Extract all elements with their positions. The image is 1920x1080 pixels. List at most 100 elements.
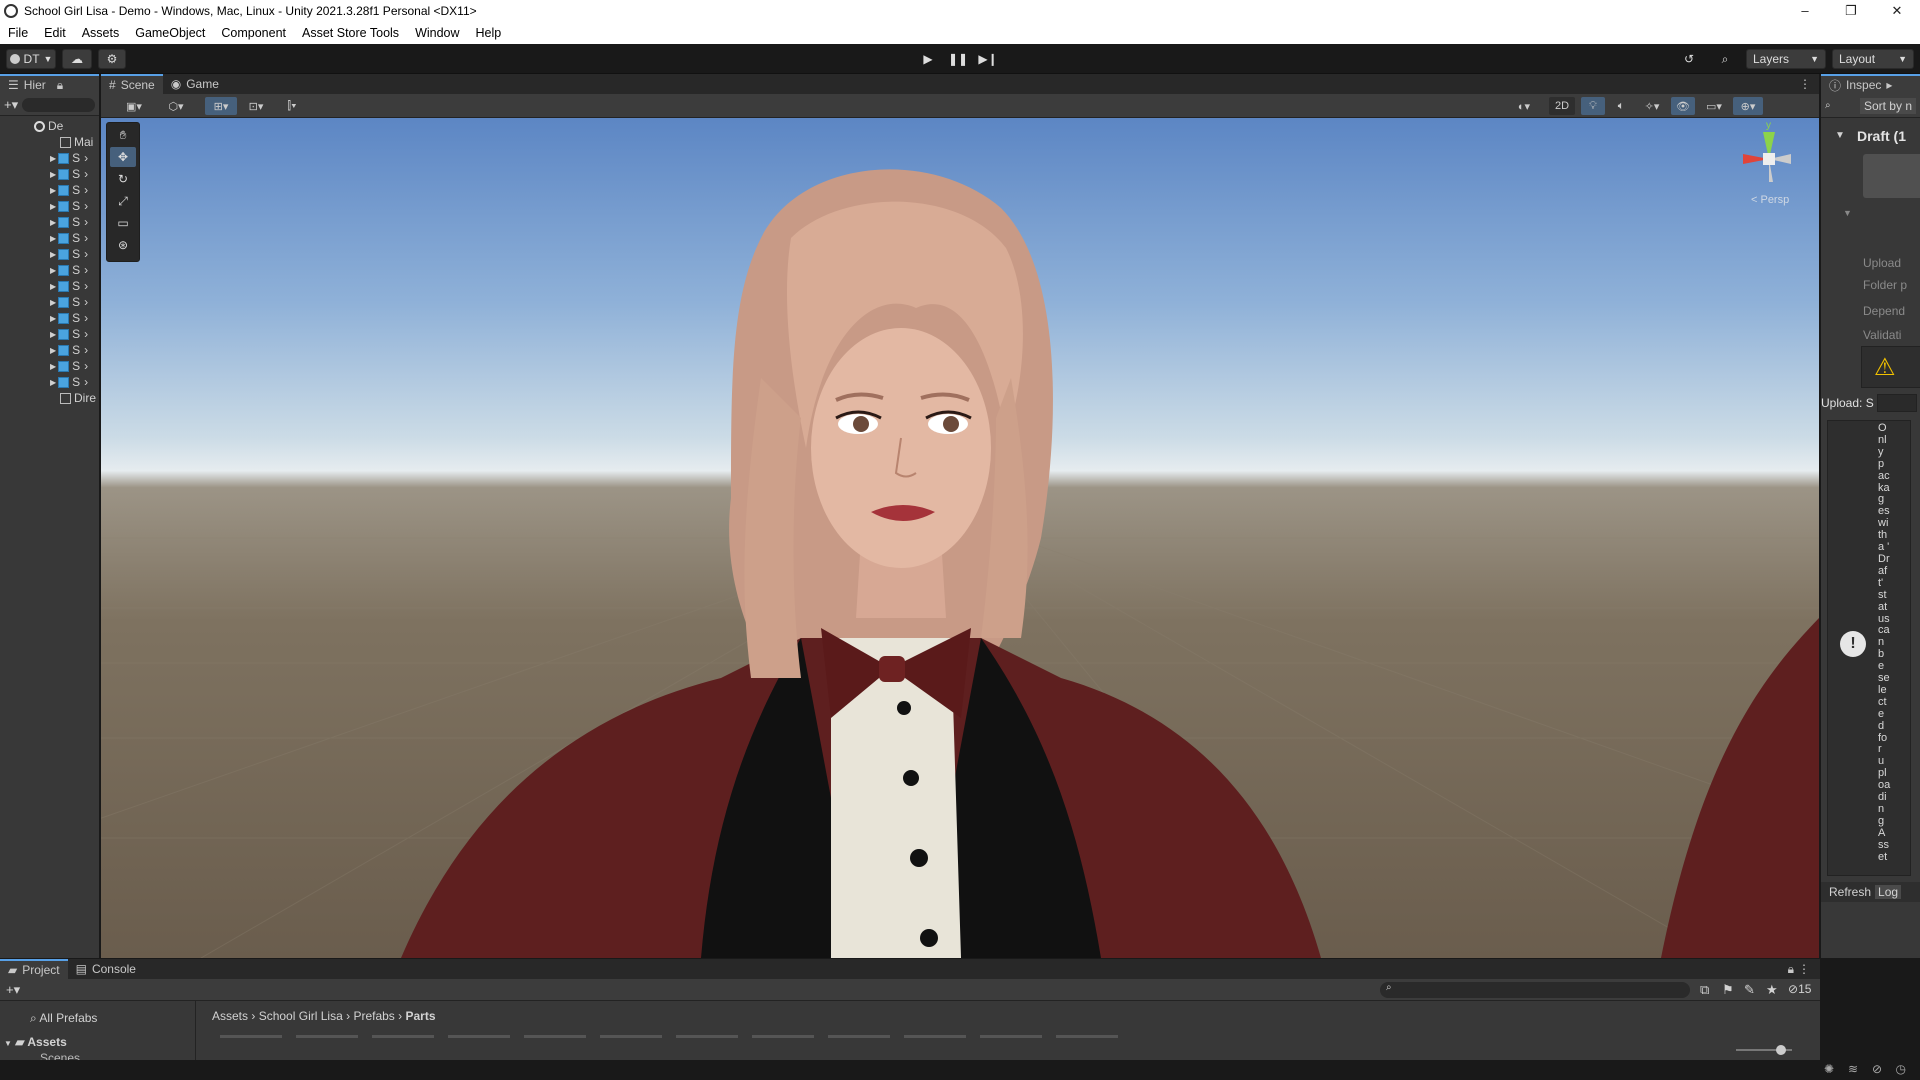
grid-snap-button[interactable]: ⊞▾ <box>205 97 237 115</box>
gizmos-button[interactable]: ⊕▾ <box>1733 97 1763 115</box>
slider-handle[interactable] <box>1776 1045 1786 1055</box>
asset-thumbnail[interactable] <box>600 1035 662 1038</box>
transform-tool-button[interactable]: ⊛ <box>110 235 136 255</box>
add-button[interactable]: +▾ <box>4 97 18 113</box>
chevron-right-icon[interactable]: ▶ <box>50 218 56 227</box>
breadcrumb-assets[interactable]: Assets <box>212 1009 248 1023</box>
menu-gameobject[interactable]: GameObject <box>127 26 213 40</box>
asset-thumbnail[interactable] <box>524 1035 586 1038</box>
menu-help[interactable]: Help <box>468 26 510 40</box>
thumbnail-size-slider[interactable] <box>1736 1045 1792 1055</box>
collab-button[interactable]: ⚙ <box>98 49 126 69</box>
list-item[interactable]: ▶ S › <box>0 342 99 358</box>
camera-settings-button[interactable]: ▭▾ <box>1699 97 1729 115</box>
log-button[interactable]: Log <box>1875 885 1902 899</box>
assets-folder-item[interactable]: ▼ ▰ Assets <box>4 1035 67 1049</box>
filter-type-icon[interactable]: ⧉ <box>1700 982 1709 998</box>
asset-thumbnail[interactable] <box>372 1035 434 1038</box>
asset-thumbnail[interactable] <box>752 1035 814 1038</box>
tab-hierarchy[interactable]: ☰ Hier 🔒︎ <box>0 74 99 94</box>
chevron-right-icon[interactable]: ▶ <box>50 362 56 371</box>
star-icon[interactable]: ★ <box>1766 982 1778 998</box>
tag-icon[interactable]: ✎ <box>1744 982 1755 998</box>
scene-root-row[interactable]: De <box>0 118 99 134</box>
tab-project[interactable]: ▰ Project <box>0 959 68 979</box>
chevron-right-icon[interactable]: › <box>84 311 88 325</box>
character-model[interactable] <box>101 118 1819 958</box>
list-item[interactable]: ▶ S › <box>0 182 99 198</box>
list-item[interactable]: ▶ S › <box>0 310 99 326</box>
shading-mode-button[interactable]: ◐▾ <box>1511 97 1537 115</box>
chevron-right-icon[interactable]: › <box>84 295 88 309</box>
list-item[interactable]: Dire <box>0 390 99 406</box>
chevron-right-icon[interactable]: ▶ <box>50 282 56 291</box>
list-item[interactable]: Mai <box>0 134 99 150</box>
chevron-right-icon[interactable]: ▶ <box>50 250 56 259</box>
audio-toggle[interactable]: 🔈︎ <box>1609 97 1633 115</box>
list-item[interactable]: ▶ S › <box>0 358 99 374</box>
network-icon[interactable]: ⊘ <box>1872 1062 1882 1076</box>
step-button[interactable]: ▶❙ <box>973 49 1003 69</box>
layers-dropdown[interactable]: Layers ▼ <box>1746 49 1826 69</box>
add-asset-button[interactable]: +▾ <box>6 982 20 998</box>
refresh-button[interactable]: Refresh <box>1829 885 1871 899</box>
chevron-right-icon[interactable]: › <box>84 199 88 213</box>
chevron-right-icon[interactable]: ▶ <box>50 202 56 211</box>
hand-tool-button[interactable]: ✋︎ <box>110 125 136 145</box>
increment-snap-button[interactable]: ⊡▾ <box>241 97 271 115</box>
menu-window[interactable]: Window <box>407 26 467 40</box>
list-item[interactable]: ▶ S › <box>0 150 99 166</box>
asset-thumbnail[interactable] <box>1056 1035 1118 1038</box>
breadcrumb-parts[interactable]: Parts <box>405 1009 435 1023</box>
breadcrumb-prefabs[interactable]: Prefabs <box>353 1009 394 1023</box>
effects-toggle[interactable]: ✧▾ <box>1637 97 1667 115</box>
more-options-icon[interactable]: ⋮ <box>1798 962 1810 976</box>
chevron-right-icon[interactable]: › <box>84 151 88 165</box>
project-search-input[interactable]: ⌕ <box>1380 982 1690 998</box>
move-tool-button[interactable]: ✥ <box>110 147 136 167</box>
chevron-right-icon[interactable]: › <box>84 167 88 181</box>
chevron-right-icon[interactable]: ▶ <box>50 330 56 339</box>
chevron-right-icon[interactable]: ▶ <box>50 170 56 179</box>
chevron-right-icon[interactable]: › <box>84 375 88 389</box>
chevron-right-icon[interactable]: ▶ <box>50 266 56 275</box>
breadcrumb-school-girl-lisa[interactable]: School Girl Lisa <box>259 1009 343 1023</box>
visibility-toggle[interactable]: 👁︎ <box>1671 97 1695 115</box>
chevron-right-icon[interactable]: ▶ <box>50 314 56 323</box>
asset-thumbnail[interactable] <box>296 1035 358 1038</box>
chevron-right-icon[interactable]: › <box>84 343 88 357</box>
scene-viewport[interactable]: ✋︎ ✥ ↻ ⤢ ▭ ⊛ y < Persp <box>101 118 1819 958</box>
chevron-right-icon[interactable]: › <box>84 231 88 245</box>
maximize-button[interactable]: ❐ <box>1828 0 1874 22</box>
chevron-right-icon[interactable]: › <box>84 247 88 261</box>
more-options-icon[interactable]: ⋮ <box>1799 77 1811 91</box>
menu-file[interactable]: File <box>0 26 36 40</box>
tab-inspector[interactable]: ⓘ Inspec ▸ <box>1821 74 1920 94</box>
asset-thumbnail[interactable] <box>828 1035 890 1038</box>
perspective-label[interactable]: < Persp <box>1751 194 1789 206</box>
toggle-2d-button[interactable]: 2D <box>1549 97 1575 115</box>
chevron-right-icon[interactable]: ▶ <box>50 234 56 243</box>
history-button[interactable]: ↺ <box>1676 49 1702 69</box>
all-prefabs-item[interactable]: ⌕ All Prefabs <box>30 1011 97 1026</box>
asset-thumbnail[interactable] <box>980 1035 1042 1038</box>
account-dropdown[interactable]: DT ▼ <box>6 49 56 69</box>
upload-status-field[interactable] <box>1877 394 1917 412</box>
chevron-right-icon[interactable]: ▶ <box>50 346 56 355</box>
menu-component[interactable]: Component <box>213 26 294 40</box>
asset-thumbnail[interactable] <box>904 1035 966 1038</box>
list-item[interactable]: ▶ S › <box>0 294 99 310</box>
lighting-toggle[interactable]: 💡︎ <box>1581 97 1605 115</box>
chevron-right-icon[interactable]: › <box>84 215 88 229</box>
sync-icon[interactable]: ◷ <box>1896 1062 1906 1076</box>
rotate-tool-button[interactable]: ↻ <box>110 169 136 189</box>
render-mode-button[interactable]: ⬡▾ <box>161 97 191 115</box>
tab-game[interactable]: ◉ Game <box>163 74 227 94</box>
chevron-right-icon[interactable]: ▶ <box>50 378 56 387</box>
layout-dropdown[interactable]: Layout ▼ <box>1832 49 1914 69</box>
foldout-arrow-icon[interactable]: ▼ <box>1835 130 1845 141</box>
chevron-right-icon[interactable]: ▶ <box>50 154 56 163</box>
chevron-right-icon[interactable]: › <box>84 279 88 293</box>
chevron-right-icon[interactable]: ▶ <box>50 298 56 307</box>
chevron-right-icon[interactable]: › <box>84 263 88 277</box>
